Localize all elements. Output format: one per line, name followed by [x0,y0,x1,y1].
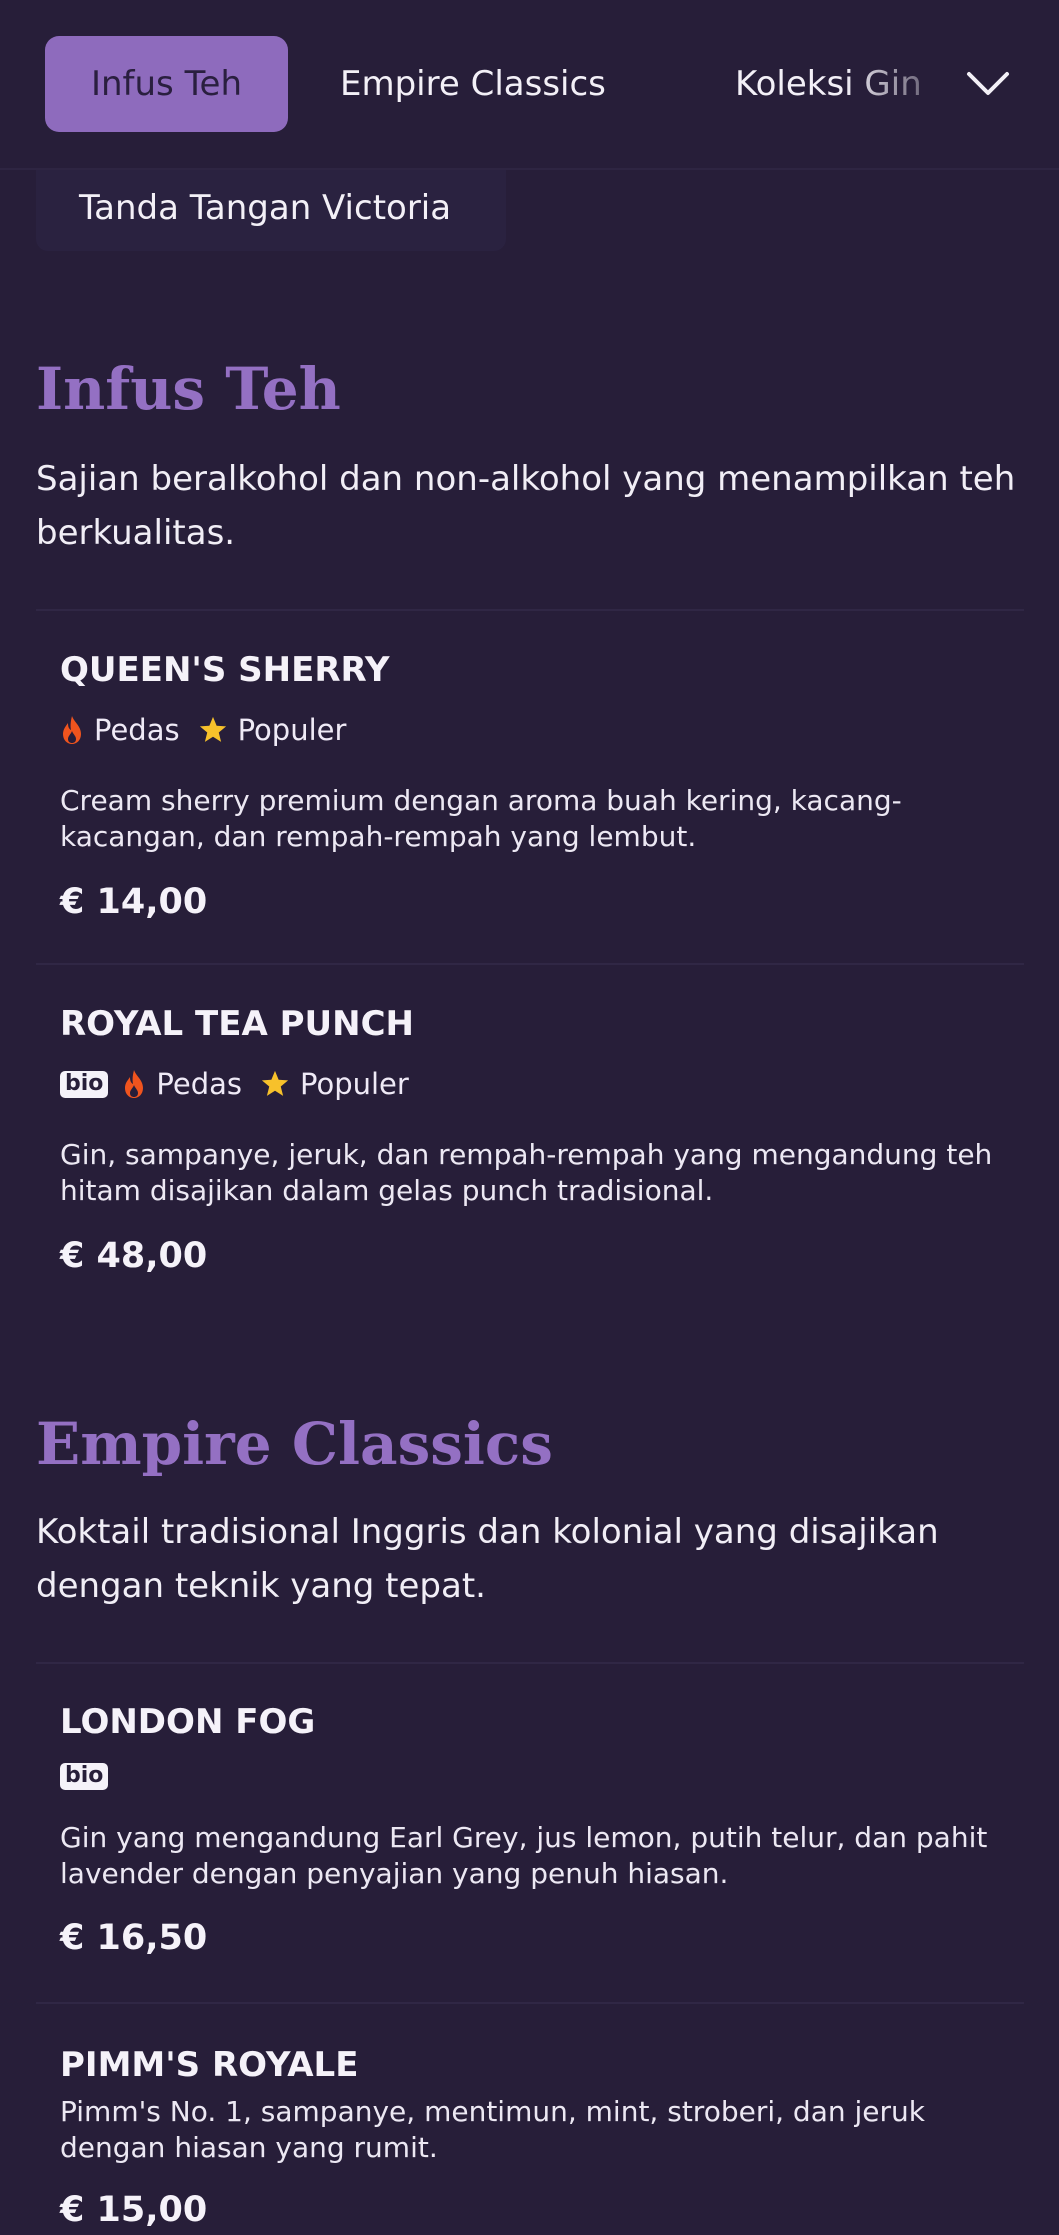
popular-tag: Populer [198,713,347,747]
tab-tanda-tangan-victoria[interactable]: Tanda Tangan Victoria [36,165,506,251]
item-name: ROYAL TEA PUNCH [60,1004,415,1044]
category-nav: Infus Teh Empire Classics Koleksi Gin [0,0,1059,170]
item-price: € 14,00 [60,882,208,922]
section-description: Koktail tradisional Inggris dan kolonial… [36,1512,939,1606]
item-description: Pimm's No. 1, sampanye, mentimun, mint, … [60,2095,925,2164]
item-price: € 15,00 [60,2190,208,2230]
spicy-tag: Pedas [60,713,180,747]
flame-icon [125,1070,144,1098]
item-tags: bio [60,1758,122,1794]
popular-label: Populer [237,713,347,747]
divider [36,1662,1024,1664]
bio-badge: bio [60,1070,109,1098]
menu-page: Infus Teh Empire Classics Koleksi Gin Ta… [0,0,1059,2235]
star-icon [261,1070,289,1096]
popular-tag: Populer [260,1067,409,1101]
popular-label: Populer [300,1067,409,1101]
divider [36,963,1024,965]
item-tags: Pedas Populer [60,712,364,748]
spicy-label: Pedas [156,1067,242,1101]
item-price: € 48,00 [60,1236,208,1276]
item-name: LONDON FOG [60,1702,316,1742]
item-description: Cream sherry premium dengan aroma buah k… [60,784,902,853]
section-title: Empire Classics [36,1410,553,1478]
star-icon [199,716,226,742]
item-name: QUEEN'S SHERRY [60,650,390,690]
item-name: PIMM'S ROYALE [60,2045,359,2085]
flame-icon [63,716,81,744]
expand-categories-button[interactable] [940,36,1036,132]
tab-koleksi-gin[interactable]: Koleksi Gin [735,36,935,132]
tab-empire-classics[interactable]: Empire Classics [340,36,640,132]
item-tags: bio Pedas Populer [60,1066,427,1102]
section-description: Sajian beralkohol dan non-alkohol yang m… [36,459,1016,553]
tab-infus-teh[interactable]: Infus Teh [45,36,288,132]
item-price: € 16,50 [60,1918,208,1958]
bio-badge: bio [60,1762,109,1790]
item-description: Gin, sampanye, jeruk, dan rempah-rempah … [60,1138,993,1207]
chevron-down-icon [967,72,1009,95]
item-description: Gin yang mengandung Earl Grey, jus lemon… [60,1821,988,1890]
spicy-tag: Pedas [122,1067,242,1101]
spicy-label: Pedas [94,713,180,747]
section-title: Infus Teh [36,355,341,423]
divider [36,2002,1024,2004]
divider [36,609,1024,611]
